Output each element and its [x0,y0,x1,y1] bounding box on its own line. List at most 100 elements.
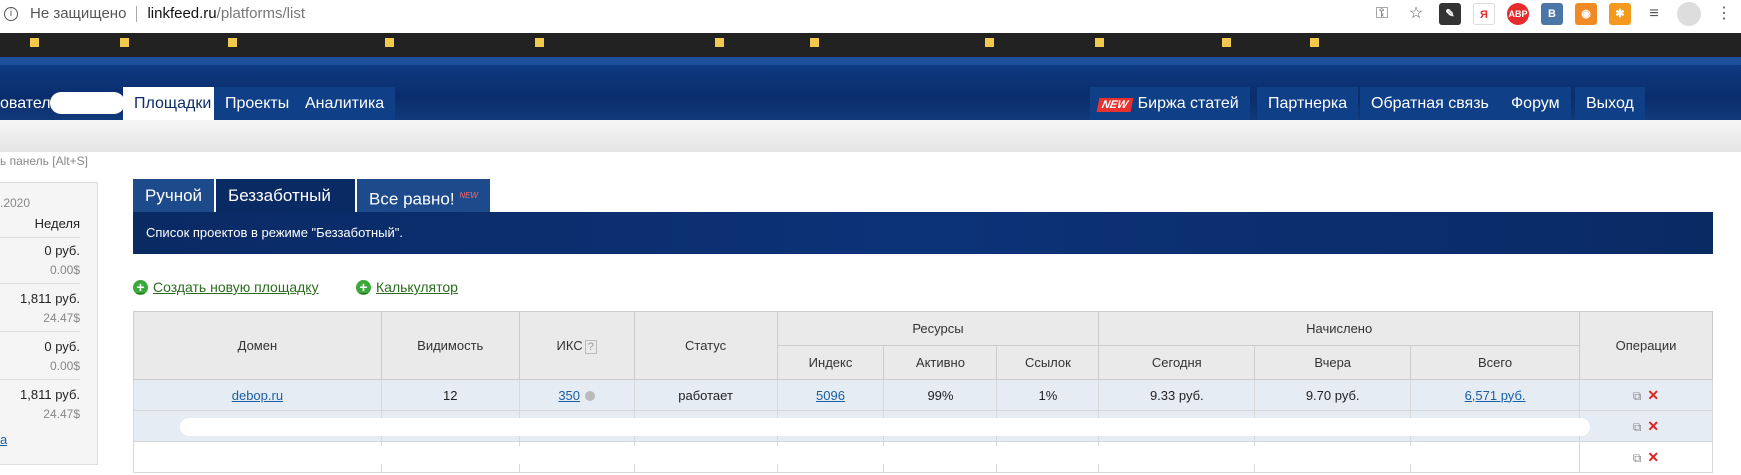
ok-extension-icon[interactable]: ✱ [1609,2,1631,25]
divider [0,283,80,284]
domain-link[interactable]: debop.ru [232,388,283,403]
nav-article-exchange[interactable]: NEW Биржа статей [1090,87,1250,120]
delete-icon[interactable]: ✕ [1647,418,1659,435]
divider [0,237,80,238]
vk-extension-icon[interactable]: B [1541,2,1563,25]
bookmark-folder-icon[interactable] [715,38,724,47]
site-header-strip [0,57,1741,65]
new-badge: NEW [1096,98,1134,112]
cell-active: 99% [883,379,998,411]
mode-tabs: Ручной Беззаботный Все равно! NEW [133,179,492,212]
calculator-link[interactable]: + Калькулятор [356,279,458,295]
col-iks-label: ИКС [556,338,583,353]
nav-forum[interactable]: Форум [1500,87,1571,120]
cell-domain: debop.ru [133,379,382,411]
pen-extension-icon[interactable]: ✎ [1439,2,1461,25]
col-links[interactable]: Ссылок [996,345,1100,380]
divider [0,331,80,332]
abp-extension-icon[interactable]: ABP [1507,2,1529,25]
menu-icon[interactable]: ⋮ [1715,5,1733,23]
cell-yesterday: 9.70 руб. [1254,379,1412,411]
left-stats-panel: .2020 Неделя 0 руб. 0.00$ 1,811 руб. 24.… [0,182,98,465]
col-total[interactable]: Всего [1410,345,1580,380]
col-index[interactable]: Индекс [776,345,885,380]
edit-icon[interactable]: ⧉ [1633,451,1642,466]
col-group-resources: Ресурсы [776,311,1100,346]
cell-visibility: 12 [380,379,520,411]
cell-links: 1% [996,379,1100,411]
cell-today: 9.33 руб. [1098,379,1256,411]
create-platform-label: Создать новую площадку [153,279,319,295]
bookmark-folder-icon[interactable] [810,38,819,47]
stats-value-usd: 24.47$ [43,311,80,325]
rss-icon[interactable]: ◉ [1575,2,1597,25]
delete-icon[interactable]: ✕ [1647,449,1659,466]
star-icon[interactable]: ☆ [1407,5,1425,23]
tab-manual[interactable]: Ручной [133,179,215,212]
calculator-label: Калькулятор [376,279,458,295]
bookmark-folder-icon[interactable] [385,38,394,47]
cell-operations: ⧉ ✕ [1578,379,1714,411]
plus-icon: + [133,279,148,295]
total-link[interactable]: 6,571 руб. [1465,388,1526,403]
stats-value-usd: 0.00$ [49,359,80,373]
stats-value-usd: 24.47$ [43,407,80,421]
nav-analytics[interactable]: Аналитика [294,87,396,120]
tab-carefree[interactable]: Беззаботный [216,179,356,212]
toolbar-right: ⚿ ☆ ✎ Я ABP B ◉ ✱ ≡ ⋮ [1365,0,1741,27]
url-path[interactable]: /platforms/list [217,5,305,22]
col-today[interactable]: Сегодня [1098,345,1256,380]
nav-logout[interactable]: Выход [1575,87,1645,120]
stats-value-rub: 0 руб. [44,339,80,354]
bookmark-folder-icon[interactable] [985,38,994,47]
stats-link[interactable]: а [0,432,7,447]
cell-operations: ⧉ ✕ [1578,441,1714,473]
index-link[interactable]: 5096 [816,388,845,403]
stats-value-rub: 1,811 руб. [20,291,80,306]
col-domain[interactable]: Домен [133,311,382,380]
panel-hint: ь панель [Alt+S] [0,154,88,168]
plus-icon: + [356,279,371,295]
cell-status: работает [633,379,778,411]
col-status[interactable]: Статус [633,311,778,380]
playlist-icon[interactable]: ≡ [1645,5,1663,23]
insecure-label: Не защищено [30,5,127,22]
bookmark-folder-icon[interactable] [1095,38,1104,47]
bookmark-folder-icon[interactable] [228,38,237,47]
nav-article-exchange-label: Биржа статей [1137,95,1239,112]
col-visibility[interactable]: Видимость [380,311,520,380]
url-host[interactable]: linkfeed.ru [147,5,216,22]
yandex-extension-icon[interactable]: Я [1473,2,1495,25]
help-icon[interactable]: ? [584,340,597,354]
avatar[interactable] [1677,1,1701,26]
nav-projects[interactable]: Проекты [214,87,301,120]
cell-operations: ⧉ ✕ [1578,410,1714,442]
tab-whatever-label: Все равно! [369,189,455,209]
delete-icon[interactable]: ✕ [1647,387,1659,404]
tab-whatever[interactable]: Все равно! NEW [357,179,490,212]
nav-feedback[interactable]: Обратная связь [1360,87,1500,120]
redaction [50,92,125,114]
bookmark-folder-icon[interactable] [1310,38,1319,47]
bookmark-folder-icon[interactable] [120,38,129,47]
bookmark-folder-icon[interactable] [30,38,39,47]
nav-platforms[interactable]: Площадки [123,87,223,120]
col-iks[interactable]: ИКС? [518,311,635,380]
stats-value-rub: 0 руб. [44,243,80,258]
col-yesterday[interactable]: Вчера [1254,345,1412,380]
edit-icon[interactable]: ⧉ [1633,420,1642,435]
edit-icon[interactable]: ⧉ [1633,389,1642,404]
redaction [180,418,1590,436]
info-icon[interactable]: i [4,6,18,21]
bookmark-folder-icon[interactable] [535,38,544,47]
key-icon[interactable]: ⚿ [1373,5,1391,23]
info-banner: Список проектов в режиме "Беззаботный". [133,212,1713,254]
nav-partner[interactable]: Партнерка [1257,87,1359,120]
iks-link[interactable]: 350 [558,388,580,403]
meter-icon [585,390,596,401]
create-platform-link[interactable]: + Создать новую площадку [133,279,319,295]
col-active[interactable]: Активно [883,345,998,380]
cell-iks: 350 [518,379,635,411]
stats-value-rub: 1,811 руб. [20,387,80,402]
bookmark-folder-icon[interactable] [1222,38,1231,47]
